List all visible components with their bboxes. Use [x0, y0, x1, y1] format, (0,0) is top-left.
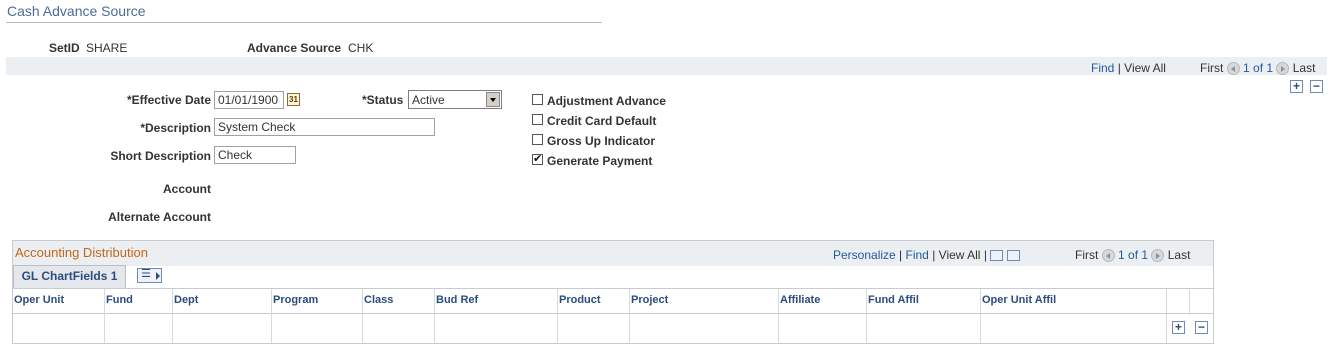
short-description-label: Short Description: [110, 149, 211, 163]
column-header[interactable]: Dept: [174, 294, 198, 306]
view-all-link[interactable]: View All: [1124, 61, 1166, 75]
alternate-account-label: Alternate Account: [108, 210, 211, 224]
last-label: Last: [1292, 61, 1316, 75]
column-header[interactable]: Affiliate: [780, 294, 820, 306]
effective-date-input[interactable]: 01/01/1900: [214, 91, 284, 109]
column-header[interactable]: Class: [364, 294, 393, 306]
nav-separator: |: [1117, 61, 1121, 75]
grid-next-icon[interactable]: [1151, 249, 1165, 263]
column-header[interactable]: Project: [631, 294, 668, 306]
grid-separator: |: [899, 248, 903, 262]
status-selected-value: Active: [412, 93, 445, 107]
gross-up-indicator-checkbox[interactable]: [532, 134, 543, 145]
row-count: 1 of 1: [1243, 61, 1274, 75]
column-header[interactable]: Oper Unit Affil: [982, 294, 1056, 306]
grid-first-label: First: [1075, 248, 1099, 262]
setid-value: SHARE: [86, 41, 128, 55]
download-spreadsheet-icon[interactable]: [1006, 250, 1020, 262]
generate-payment-checkbox[interactable]: [532, 152, 543, 165]
gross-up-indicator-label: Gross Up Indicator: [547, 134, 656, 148]
column-divider: [1189, 289, 1190, 315]
column-header[interactable]: Product: [559, 294, 601, 306]
grid-previous-icon[interactable]: [1101, 249, 1115, 263]
next-row-icon[interactable]: [1276, 62, 1290, 76]
grid-separator: |: [983, 248, 987, 262]
grid-delete-row-button[interactable]: −: [1195, 321, 1208, 334]
grid-column-header-row: Oper Unit Fund Dept Program Class Bud Re…: [13, 288, 1213, 314]
grid-find-link[interactable]: Find: [906, 248, 929, 262]
grid-header-bar: [13, 241, 1213, 266]
column-header[interactable]: Bud Ref: [436, 294, 478, 306]
column-header[interactable]: Fund Affil: [868, 294, 919, 306]
advance-source-label: Advance Source: [247, 41, 342, 55]
description-label: *Description: [140, 121, 211, 135]
adjustment-advance-checkbox[interactable]: [532, 94, 543, 105]
personalize-link[interactable]: Personalize: [833, 248, 896, 262]
setid-label: SetID: [49, 41, 80, 55]
status-label: *Status: [362, 93, 404, 107]
find-link[interactable]: Find: [1091, 61, 1114, 75]
column-header[interactable]: Fund: [106, 294, 133, 306]
zoom-icon[interactable]: [990, 250, 1004, 262]
tab-gl-chartfields-1[interactable]: GL ChartFields 1: [13, 265, 126, 288]
account-label: Account: [163, 182, 211, 196]
title-divider: [6, 22, 602, 23]
delete-row-button[interactable]: −: [1310, 80, 1323, 93]
grid-last-label: Last: [1167, 248, 1191, 262]
description-input[interactable]: System Check: [214, 118, 435, 136]
show-all-columns-icon[interactable]: [137, 267, 162, 283]
effective-date-label: *Effective Date: [126, 93, 211, 107]
grid-pager: First 1 of 1 Last: [1075, 248, 1191, 263]
adjustment-advance-label: Adjustment Advance: [547, 94, 666, 108]
generate-payment-label: Generate Payment: [547, 154, 653, 168]
column-divider: [1166, 289, 1167, 343]
credit-card-default-checkbox[interactable]: [532, 114, 543, 125]
credit-card-default-label: Credit Card Default: [547, 114, 657, 128]
advance-source-value: CHK: [348, 41, 374, 55]
record-pager: First 1 of 1 Last: [1200, 61, 1316, 76]
table-row: [13, 315, 1166, 343]
calendar-icon[interactable]: 31: [287, 93, 300, 106]
status-select[interactable]: Active: [408, 90, 502, 109]
add-row-button[interactable]: +: [1290, 80, 1303, 93]
column-header[interactable]: Oper Unit: [14, 294, 64, 306]
grid-toolbar: Personalize | Find | View All |: [833, 248, 1020, 262]
short-description-input[interactable]: Check: [214, 146, 296, 164]
column-header[interactable]: Program: [273, 294, 318, 306]
record-nav-links: Find | View All: [1091, 61, 1166, 75]
grid-separator: |: [932, 248, 936, 262]
grid-view-all-link[interactable]: View All: [939, 248, 981, 262]
grid-add-row-button[interactable]: +: [1172, 321, 1185, 334]
grid-row-count: 1 of 1: [1118, 248, 1149, 262]
previous-row-icon[interactable]: [1226, 62, 1240, 76]
first-label: First: [1200, 61, 1224, 75]
chevron-down-icon[interactable]: [486, 92, 500, 107]
grid-title: Accounting Distribution: [15, 245, 148, 260]
page-title: Cash Advance Source: [7, 3, 146, 19]
